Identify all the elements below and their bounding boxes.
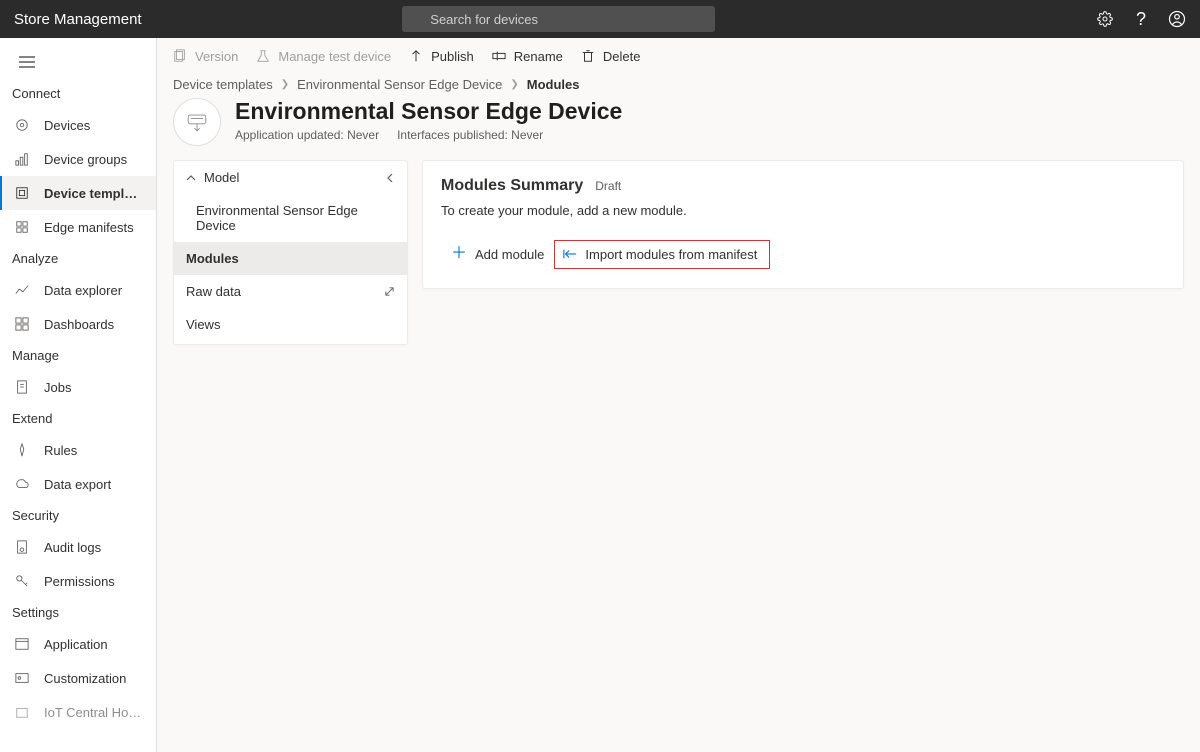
app-updated-label: Application updated: Never: [235, 128, 379, 142]
audit-logs-icon: [14, 539, 30, 555]
dashboards-icon: [14, 316, 30, 332]
publish-button[interactable]: Publish: [409, 49, 474, 64]
model-item-raw-data[interactable]: Raw data: [174, 275, 407, 308]
import-modules-button[interactable]: Import modules from manifest: [554, 240, 770, 269]
topbar-actions: ?: [1096, 10, 1186, 28]
sidebar: Connect Devices Device groups Device tem…: [0, 38, 157, 752]
trash-icon: [581, 49, 595, 63]
data-export-icon: [14, 476, 30, 492]
nav-section-settings: Settings: [0, 598, 156, 627]
page-title: Environmental Sensor Edge Device: [235, 98, 622, 125]
template-avatar-icon: [173, 98, 221, 146]
sidebar-item-jobs[interactable]: Jobs: [0, 370, 156, 404]
model-item-root[interactable]: Environmental Sensor Edge Device: [174, 194, 407, 242]
version-button[interactable]: Version: [173, 49, 238, 64]
search-input[interactable]: [402, 6, 715, 32]
template-header: Environmental Sensor Edge Device Applica…: [157, 92, 1200, 156]
command-bar: Version Manage test device Publish Renam…: [157, 38, 1200, 74]
publish-icon: [409, 49, 423, 63]
device-templates-icon: [14, 185, 30, 201]
sidebar-item-rules[interactable]: Rules: [0, 433, 156, 467]
nav-section-analyze: Analyze: [0, 244, 156, 273]
breadcrumb-root[interactable]: Device templates: [173, 77, 273, 92]
sidebar-item-permissions[interactable]: Permissions: [0, 564, 156, 598]
summary-status-badge: Draft: [595, 179, 621, 193]
rename-icon: [492, 49, 506, 63]
plus-icon: ＋: [451, 246, 467, 262]
sidebar-item-dashboards[interactable]: Dashboards: [0, 307, 156, 341]
summary-title: Modules Summary: [441, 177, 583, 195]
model-panel-header[interactable]: Model: [174, 161, 407, 194]
hamburger-menu-icon[interactable]: [0, 52, 156, 79]
import-icon: [563, 248, 577, 260]
summary-description: To create your module, add a new module.: [441, 203, 1165, 218]
sidebar-item-edge-manifests[interactable]: Edge manifests: [0, 210, 156, 244]
data-explorer-icon: [14, 282, 30, 298]
version-icon: [173, 49, 187, 63]
interfaces-published-label: Interfaces published: Never: [397, 128, 543, 142]
search-container: [22, 6, 1096, 32]
nav-section-extend: Extend: [0, 404, 156, 433]
breadcrumb-current: Modules: [527, 77, 580, 92]
sidebar-item-device-groups[interactable]: Device groups: [0, 142, 156, 176]
nav-section-manage: Manage: [0, 341, 156, 370]
breadcrumb: Device templates ❯ Environmental Sensor …: [157, 77, 1200, 92]
device-groups-icon: [14, 151, 30, 167]
jobs-icon: [14, 379, 30, 395]
sidebar-item-iot-central-home[interactable]: IoT Central Home: [0, 695, 156, 729]
sidebar-item-device-templates[interactable]: Device templates: [0, 176, 156, 210]
modules-summary-panel: Modules Summary Draft To create your mod…: [422, 160, 1184, 289]
permissions-icon: [14, 573, 30, 589]
chevron-right-icon: ❯: [281, 79, 289, 90]
help-icon[interactable]: ?: [1132, 10, 1150, 28]
application-icon: [14, 636, 30, 652]
top-bar: Store Management ?: [0, 0, 1200, 38]
sidebar-item-audit-logs[interactable]: Audit logs: [0, 530, 156, 564]
chevron-up-icon: [186, 173, 196, 183]
collapse-panel-icon[interactable]: [385, 173, 395, 183]
settings-gear-icon[interactable]: [1096, 10, 1114, 28]
chevron-right-icon: ❯: [510, 79, 518, 90]
rules-icon: [14, 442, 30, 458]
account-icon[interactable]: [1168, 10, 1186, 28]
content-area: Version Manage test device Publish Renam…: [157, 38, 1200, 752]
nav-section-connect: Connect: [0, 79, 156, 108]
nav-section-security: Security: [0, 501, 156, 530]
customization-icon: [14, 670, 30, 686]
devices-icon: [14, 117, 30, 133]
sidebar-item-customization[interactable]: Customization: [0, 661, 156, 695]
expand-icon[interactable]: [384, 286, 395, 297]
add-module-button[interactable]: ＋ Add module: [441, 238, 554, 270]
model-item-views[interactable]: Views: [174, 308, 407, 344]
home-icon: [14, 704, 30, 720]
sidebar-item-application[interactable]: Application: [0, 627, 156, 661]
sidebar-item-devices[interactable]: Devices: [0, 108, 156, 142]
edge-manifests-icon: [14, 219, 30, 235]
delete-button[interactable]: Delete: [581, 49, 641, 64]
rename-button[interactable]: Rename: [492, 49, 563, 64]
flask-icon: [256, 49, 270, 63]
model-item-modules[interactable]: Modules: [174, 242, 407, 275]
model-tree-panel: Model Environmental Sensor Edge Device M…: [173, 160, 408, 345]
sidebar-item-data-explorer[interactable]: Data explorer: [0, 273, 156, 307]
manage-test-device-button[interactable]: Manage test device: [256, 49, 391, 64]
breadcrumb-parent[interactable]: Environmental Sensor Edge Device: [297, 77, 502, 92]
sidebar-item-data-export[interactable]: Data export: [0, 467, 156, 501]
